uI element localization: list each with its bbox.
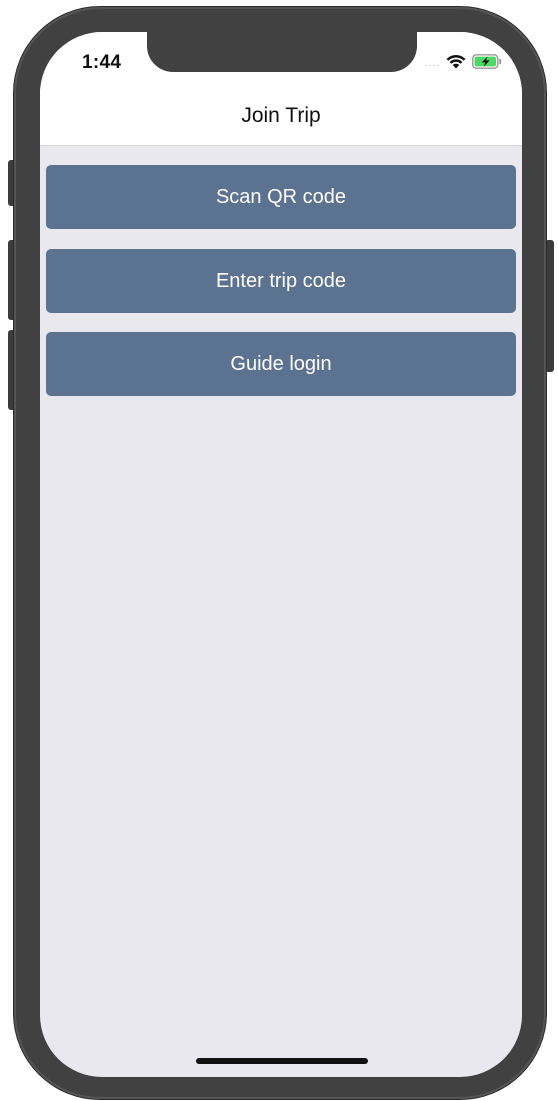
enter-trip-code-button[interactable]: Enter trip code [46,249,516,313]
wifi-icon [446,54,466,74]
status-bar: 1:44 .... [40,32,522,88]
page-title: Join Trip [241,103,321,127]
status-time: 1:44 [82,52,122,73]
home-indicator[interactable] [196,1058,368,1064]
battery-charging-icon [472,54,502,74]
phone-screen: 1:44 .... Join Trip Scan QR code Enter t… [40,32,522,1077]
signal-icon: .... [424,58,440,69]
power-button [545,240,554,372]
scan-qr-code-button[interactable]: Scan QR code [46,165,516,229]
status-indicators: .... [425,54,502,74]
navigation-bar: Join Trip [40,88,522,146]
device-notch [147,32,417,72]
guide-login-button[interactable]: Guide login [46,332,516,396]
